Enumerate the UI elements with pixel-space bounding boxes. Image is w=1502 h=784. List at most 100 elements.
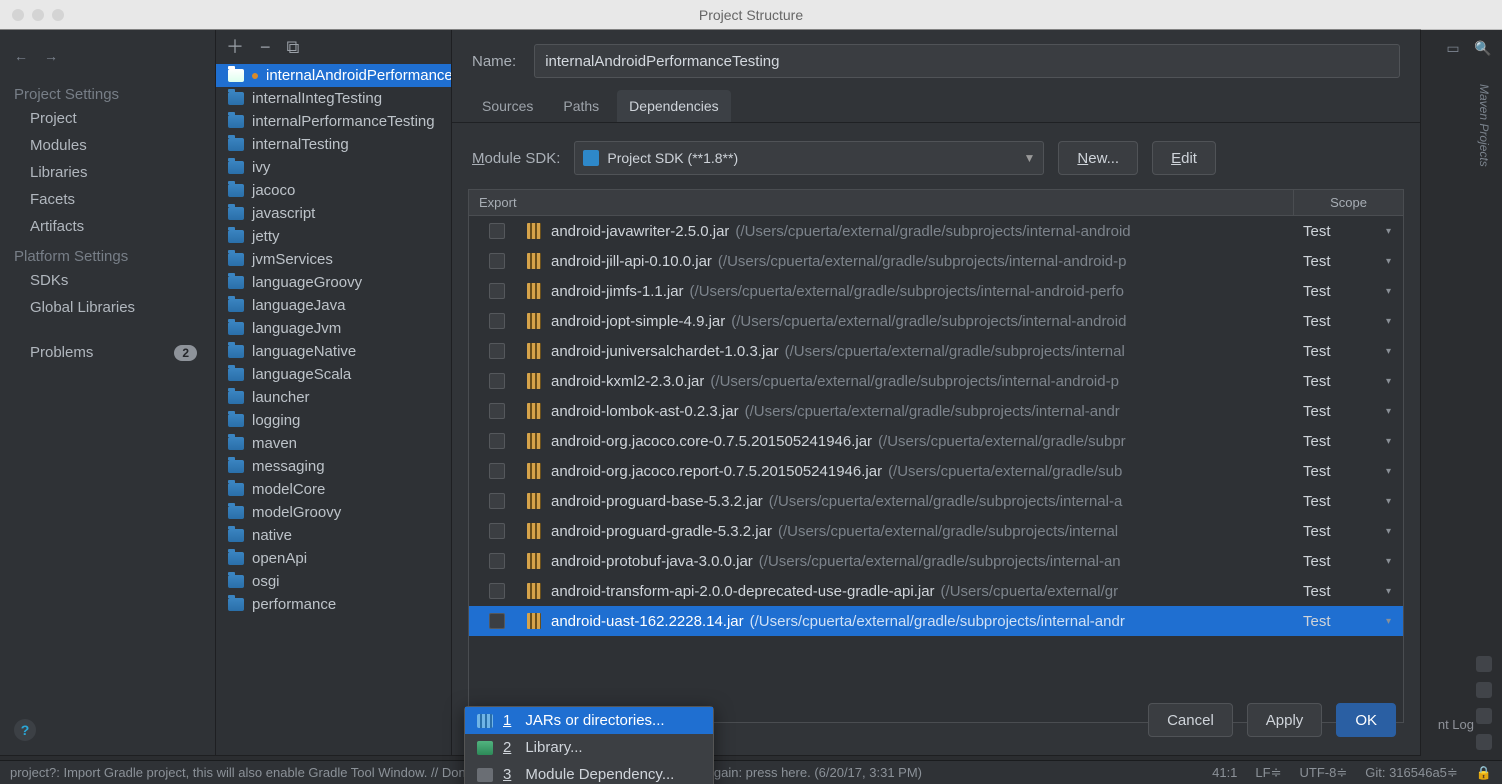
add-dependency-popup[interactable]: 1JARs or directories...2Library...3Modul… [464,706,714,784]
export-checkbox[interactable] [489,403,505,419]
export-checkbox[interactable] [489,613,505,629]
module-item[interactable]: internalAndroidPerformanceTesting [216,64,451,87]
export-checkbox[interactable] [489,283,505,299]
dependency-scope[interactable]: Test▾ [1297,253,1403,270]
module-item[interactable]: languageJvm [216,317,451,340]
sidebar-item-libraries[interactable]: Libraries [0,159,215,186]
dependency-scope[interactable]: Test▾ [1297,493,1403,510]
rail-stub-icon[interactable] [1476,708,1492,724]
export-checkbox[interactable] [489,223,505,239]
module-add-icon[interactable]: ＋ [226,38,244,56]
tool-icon-1[interactable]: ▭ [1444,39,1462,57]
dependency-row[interactable]: android-lombok-ast-0.2.3.jar(/Users/cpue… [469,396,1403,426]
module-item[interactable]: maven [216,432,451,455]
add-menu-item[interactable]: 3Module Dependency... [465,761,713,784]
status-encoding[interactable]: UTF-8≑ [1300,765,1348,781]
module-sdk-select[interactable]: Project SDK (**1.8**) ▼ [574,141,1044,175]
module-item[interactable]: messaging [216,455,451,478]
add-menu-item[interactable]: 2Library... [465,734,713,761]
module-item[interactable]: ivy [216,156,451,179]
dependency-row[interactable]: android-proguard-base-5.3.2.jar(/Users/c… [469,486,1403,516]
dependency-scope[interactable]: Test▾ [1297,403,1403,420]
status-line-ending[interactable]: LF≑ [1255,765,1281,781]
rail-stub-icon[interactable] [1476,734,1492,750]
module-item[interactable]: internalPerformanceTesting [216,110,451,133]
module-item[interactable]: openApi [216,547,451,570]
dependency-row[interactable]: android-org.jacoco.report-0.7.5.20150524… [469,456,1403,486]
export-checkbox[interactable] [489,553,505,569]
rail-stub-icon[interactable] [1476,682,1492,698]
dependencies-list[interactable]: android-javawriter-2.5.0.jar(/Users/cpue… [468,215,1404,723]
module-item[interactable]: javascript [216,202,451,225]
dependency-scope[interactable]: Test▾ [1297,283,1403,300]
module-item[interactable]: languageScala [216,363,451,386]
module-item[interactable]: internalIntegTesting [216,87,451,110]
dependency-scope[interactable]: Test▾ [1297,343,1403,360]
sidebar-item-facets[interactable]: Facets [0,186,215,213]
dependency-row[interactable]: android-protobuf-java-3.0.0.jar(/Users/c… [469,546,1403,576]
module-item[interactable]: jvmServices [216,248,451,271]
dependency-scope[interactable]: Test▾ [1297,433,1403,450]
dependency-scope[interactable]: Test▾ [1297,373,1403,390]
module-item[interactable]: internalTesting [216,133,451,156]
sidebar-item-project[interactable]: Project [0,105,215,132]
tab-dependencies[interactable]: Dependencies [617,90,731,122]
sidebar-item-sdks[interactable]: SDKs [0,267,215,294]
sdk-new-button[interactable]: New... [1058,141,1138,175]
export-checkbox[interactable] [489,313,505,329]
dependency-scope[interactable]: Test▾ [1297,463,1403,480]
dependency-row[interactable]: android-uast-162.2228.14.jar(/Users/cpue… [469,606,1403,636]
dependency-row[interactable]: android-jopt-simple-4.9.jar(/Users/cpuer… [469,306,1403,336]
module-item[interactable]: launcher [216,386,451,409]
add-menu-item[interactable]: 1JARs or directories... [465,707,713,734]
module-item[interactable]: osgi [216,570,451,593]
status-git[interactable]: Git: 316546a5≑ [1365,765,1458,781]
sidebar-item-artifacts[interactable]: Artifacts [0,213,215,240]
tab-sources[interactable]: Sources [470,90,545,122]
export-checkbox[interactable] [489,463,505,479]
dependency-row[interactable]: android-jimfs-1.1.jar(/Users/cpuerta/ext… [469,276,1403,306]
maven-rail-label[interactable]: Maven Projects [1477,84,1491,167]
forward-icon[interactable]: → [44,48,58,64]
dependency-row[interactable]: android-jill-api-0.10.0.jar(/Users/cpuer… [469,246,1403,276]
dependency-row[interactable]: android-org.jacoco.core-0.7.5.2015052419… [469,426,1403,456]
rail-stub-icon[interactable] [1476,656,1492,672]
dependency-scope[interactable]: Test▾ [1297,613,1403,630]
dependency-row[interactable]: android-proguard-gradle-5.3.2.jar(/Users… [469,516,1403,546]
tab-paths[interactable]: Paths [551,90,611,122]
status-caret-pos[interactable]: 41:1 [1212,765,1237,780]
module-item[interactable]: native [216,524,451,547]
status-lock-icon[interactable]: 🔒 [1476,765,1492,781]
sdk-edit-button[interactable]: Edit [1152,141,1216,175]
dependency-row[interactable]: android-transform-api-2.0.0-deprecated-u… [469,576,1403,606]
dependency-scope[interactable]: Test▾ [1297,313,1403,330]
module-item[interactable]: jetty [216,225,451,248]
dependency-scope[interactable]: Test▾ [1297,223,1403,240]
dependency-scope[interactable]: Test▾ [1297,553,1403,570]
module-item[interactable]: modelCore [216,478,451,501]
module-item[interactable]: logging [216,409,451,432]
dependency-row[interactable]: android-javawriter-2.5.0.jar(/Users/cpue… [469,216,1403,246]
sidebar-item-problems[interactable]: Problems 2 [0,339,215,366]
cancel-button[interactable]: Cancel [1148,703,1233,737]
dependency-scope[interactable]: Test▾ [1297,583,1403,600]
apply-button[interactable]: Apply [1247,703,1323,737]
help-icon[interactable]: ? [14,719,36,741]
export-checkbox[interactable] [489,343,505,359]
module-item[interactable]: modelGroovy [216,501,451,524]
module-name-input[interactable] [534,44,1400,78]
module-item[interactable]: jacoco [216,179,451,202]
back-icon[interactable]: ← [14,48,28,64]
module-item[interactable]: languageNative [216,340,451,363]
module-remove-icon[interactable]: − [260,38,271,56]
module-copy-icon[interactable]: ⧉ [287,38,300,56]
export-checkbox[interactable] [489,583,505,599]
export-checkbox[interactable] [489,373,505,389]
event-log-label[interactable]: nt Log [1438,717,1474,732]
module-item[interactable]: performance [216,593,451,616]
dependency-scope[interactable]: Test▾ [1297,523,1403,540]
search-icon[interactable]: 🔍 [1474,39,1492,57]
sidebar-item-modules[interactable]: Modules [0,132,215,159]
sidebar-item-global-libraries[interactable]: Global Libraries [0,294,215,321]
export-checkbox[interactable] [489,493,505,509]
